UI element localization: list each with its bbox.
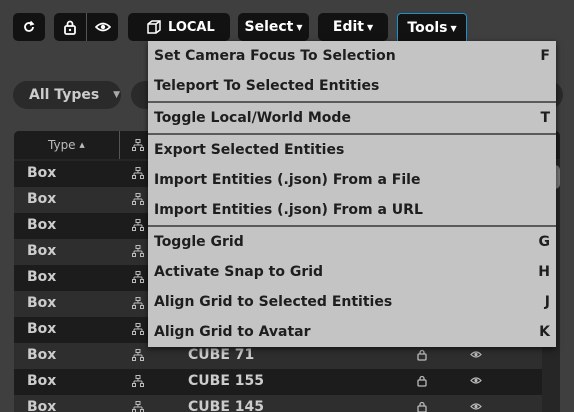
menu-item-import-file[interactable]: Import Entities (.json) From a File: [148, 165, 556, 195]
lock-icon[interactable]: [54, 13, 86, 41]
menu-item-toggle-grid[interactable]: Toggle Grid G: [148, 227, 556, 257]
cell-type: Box: [27, 373, 57, 389]
shortcut-key: J: [544, 294, 550, 310]
network-icon: [132, 375, 144, 387]
network-icon: [132, 349, 144, 361]
tools-menu-button[interactable]: Tools ▼: [397, 13, 467, 42]
refresh-button[interactable]: [13, 13, 45, 41]
mode-label: LOCAL: [168, 19, 215, 35]
network-icon: [132, 401, 144, 412]
menu-item-align-grid-selected[interactable]: Align Grid to Selected Entities J: [148, 287, 556, 317]
lock-icon[interactable]: [417, 349, 427, 361]
cube-icon: [146, 19, 162, 35]
shortcut-key: G: [538, 234, 551, 250]
cell-type: Box: [27, 243, 57, 259]
lock-icon[interactable]: [417, 401, 427, 412]
shortcut-key: F: [540, 48, 550, 64]
tools-label: Tools: [407, 20, 448, 36]
eye-icon[interactable]: [470, 376, 482, 385]
network-icon: [132, 245, 144, 257]
chevron-down-icon: ▼: [366, 22, 374, 32]
edit-menu-button[interactable]: Edit ▼: [318, 13, 388, 41]
shortcut-key: K: [539, 324, 550, 340]
network-icon: [132, 193, 144, 205]
cell-type: Box: [27, 269, 57, 285]
shortcut-key: H: [538, 264, 550, 280]
tools-menu: Set Camera Focus To Selection F Teleport…: [148, 41, 556, 347]
select-menu-button[interactable]: Select ▼: [238, 13, 309, 41]
network-icon[interactable]: [132, 139, 144, 151]
menu-item-set-camera-focus[interactable]: Set Camera Focus To Selection F: [148, 41, 556, 71]
eye-icon[interactable]: [470, 350, 482, 359]
eye-icon[interactable]: [470, 402, 482, 411]
cell-type: Box: [27, 165, 57, 181]
lock-icon[interactable]: [417, 375, 427, 387]
lock-eye-group: [54, 13, 118, 41]
local-world-mode-button[interactable]: LOCAL: [128, 13, 230, 41]
table-row[interactable]: Box CUBE 145: [14, 395, 542, 412]
cell-type: Box: [27, 217, 57, 233]
cell-type: Box: [27, 191, 57, 207]
cell-type: Box: [27, 321, 57, 337]
cell-name: CUBE 71: [188, 347, 255, 363]
network-icon: [132, 297, 144, 309]
menu-item-teleport[interactable]: Teleport To Selected Entities: [148, 71, 556, 101]
edit-label: Edit: [332, 19, 364, 35]
network-icon: [132, 167, 144, 179]
menu-item-align-grid-avatar[interactable]: Align Grid to Avatar K: [148, 317, 556, 347]
eye-icon[interactable]: [87, 13, 118, 41]
cell-type: Box: [27, 399, 57, 412]
cell-name: CUBE 155: [188, 373, 264, 389]
chevron-down-icon: ▼: [113, 90, 121, 100]
cell-name: CUBE 145: [188, 399, 264, 412]
table-row[interactable]: Box CUBE 155: [14, 369, 542, 395]
sort-caret-icon: ▲: [79, 141, 85, 149]
chevron-down-icon: ▼: [450, 23, 457, 33]
all-types-dropdown[interactable]: All Types ▼: [13, 81, 121, 109]
menu-item-snap-to-grid[interactable]: Activate Snap to Grid H: [148, 257, 556, 287]
menu-item-import-url[interactable]: Import Entities (.json) From a URL: [148, 195, 556, 225]
cell-type: Box: [27, 347, 57, 363]
refresh-icon: [22, 20, 36, 34]
menu-item-toggle-local-world[interactable]: Toggle Local/World Mode T: [148, 103, 556, 133]
cell-type: Box: [27, 295, 57, 311]
network-icon: [132, 271, 144, 283]
network-icon: [132, 323, 144, 335]
select-label: Select: [244, 19, 294, 35]
menu-item-export-entities[interactable]: Export Selected Entities: [148, 135, 556, 165]
chevron-down-icon: ▼: [296, 22, 303, 32]
column-type-header[interactable]: Type ▲: [48, 138, 85, 152]
network-icon: [132, 219, 144, 231]
all-types-label: All Types: [29, 87, 100, 103]
shortcut-key: T: [540, 110, 550, 126]
